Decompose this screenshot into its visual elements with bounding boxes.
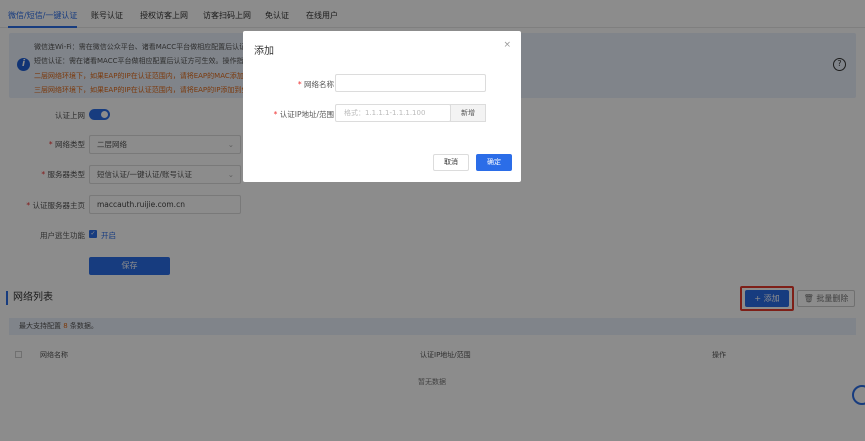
dialog-title: 添加 xyxy=(254,46,274,57)
close-icon[interactable]: × xyxy=(503,40,511,50)
cancel-button[interactable]: 取消 xyxy=(433,154,469,171)
ip-range-label: 认证IP地址/范围 xyxy=(279,110,334,119)
confirm-button[interactable]: 确定 xyxy=(476,154,512,171)
add-ip-button[interactable]: 新增 xyxy=(450,104,486,122)
ip-range-input[interactable]: 格式：1.1.1.1-1.1.1.100 xyxy=(335,104,451,122)
network-name-input[interactable] xyxy=(335,74,486,92)
network-name-label: 网络名称 xyxy=(304,80,334,89)
add-dialog: 添加 × * 网络名称 * 认证IP地址/范围 格式：1.1.1.1-1.1.1… xyxy=(243,31,521,182)
